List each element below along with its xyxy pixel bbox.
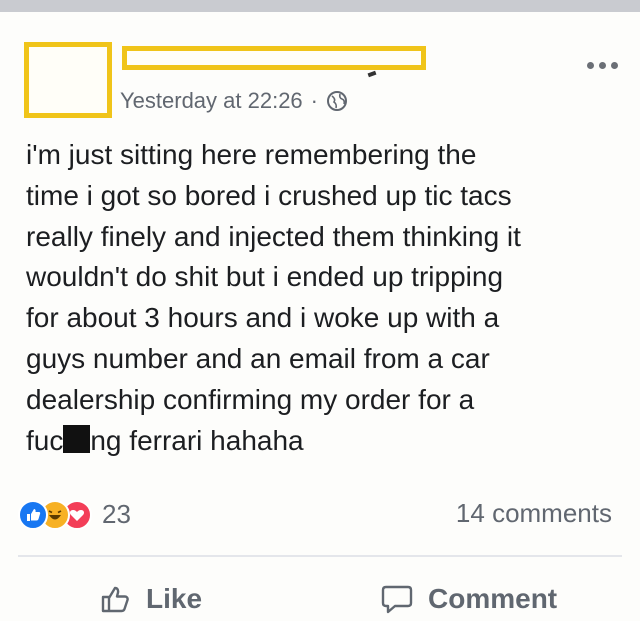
comment-button[interactable]: Comment: [380, 577, 557, 621]
like-label: Like: [146, 583, 203, 614]
avatar[interactable]: [24, 42, 112, 118]
post-line-prefix: fuc: [26, 424, 64, 456]
post-line: wouldn't do shit but i ended up tripping: [26, 261, 504, 293]
post-line: guys number and an email from a car: [26, 342, 490, 374]
meta-separator: ·: [310, 88, 318, 113]
more-options-icon[interactable]: [585, 58, 625, 74]
post-line: dealership confirming my order for a: [26, 383, 475, 415]
reaction-count: 23: [102, 499, 131, 529]
comments-count[interactable]: 14 comments: [456, 498, 612, 529]
globe-icon: [327, 91, 347, 111]
post-meta: Yesterday at 22:26 ·: [120, 86, 348, 116]
comment-label: Comment: [428, 583, 558, 614]
post-line: i'm just sitting here remembering the: [26, 139, 477, 170]
post-card: Yesterday at 22:26 · i'm just sitting he…: [0, 12, 640, 614]
redaction-block: [63, 424, 91, 453]
name-mark: [367, 70, 377, 78]
top-bar: [0, 0, 640, 12]
like-icon: [18, 499, 48, 530]
post-line: for about 3 hours and i woke up with a: [26, 302, 500, 334]
reaction-summary[interactable]: 23: [18, 499, 131, 530]
post-line: time i got so bored i crushed up tic tac…: [26, 179, 512, 211]
thumbs-up-icon: [101, 586, 129, 613]
like-button[interactable]: Like: [98, 577, 202, 621]
post-timestamp[interactable]: Yesterday at 22:26: [120, 88, 303, 114]
post-line-last: fuc ng ferrari hahaha: [26, 421, 626, 462]
divider: [18, 555, 622, 557]
post-line-suffix: ng ferrari hahaha: [90, 424, 304, 456]
author-name[interactable]: [122, 46, 426, 70]
post-body: i'm just sitting here remembering the ti…: [26, 135, 626, 461]
post-line: really finely and injected them thinking…: [26, 220, 521, 252]
comment-icon: [381, 585, 413, 614]
